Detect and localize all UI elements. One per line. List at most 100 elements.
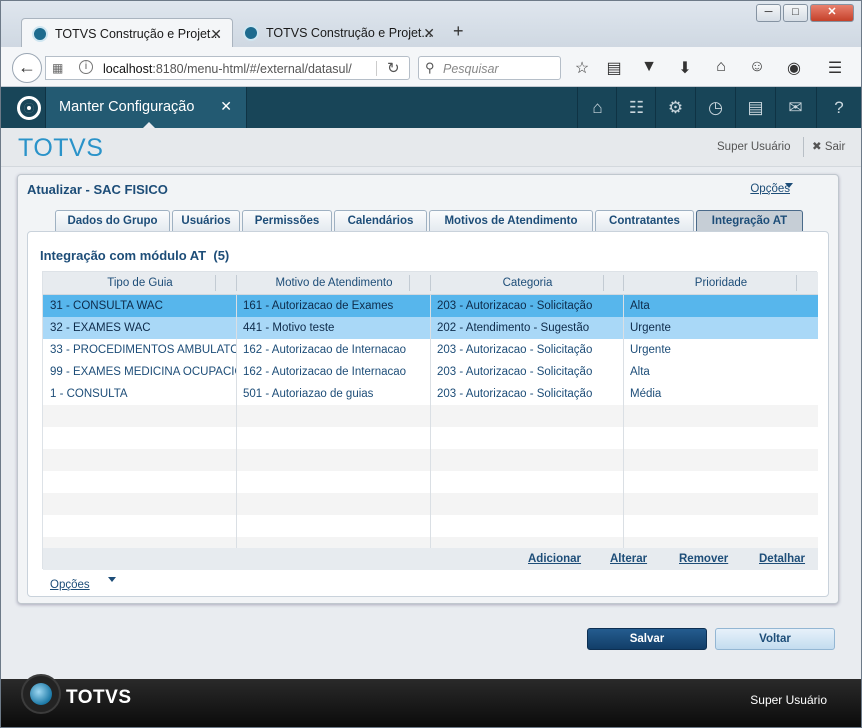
column-header-tipo-de-guia[interactable]: Tipo de Guia (43, 272, 237, 294)
new-tab-button[interactable]: + (453, 21, 464, 42)
close-window-button[interactable]: ✕ (810, 4, 854, 22)
mail-icon[interactable]: ✉ (775, 87, 815, 128)
totvs-logo-icon[interactable] (17, 96, 41, 120)
download-icon[interactable]: ⬇ (675, 58, 695, 78)
grid-count: (5) (213, 248, 230, 263)
cell-tipo-de-guia: 1 - CONSULTA (50, 388, 128, 400)
cell-motivo: 441 - Motivo teste (243, 322, 335, 334)
app-tab[interactable]: Manter Configuração de ✕ (45, 87, 247, 129)
cell-motivo: 162 - Autorizacao de Internacao (243, 344, 407, 356)
edit-link[interactable]: Alterar (610, 553, 647, 565)
cell-categoria: 202 - Atendimento - Sugestão (437, 322, 590, 334)
clock-icon[interactable]: ◷ (695, 87, 735, 128)
document-icon[interactable]: ▤ (735, 87, 775, 128)
close-app-tab-icon[interactable]: ✕ (220, 98, 232, 115)
browser-tab-label: TOTVS Construção e Projet... (266, 26, 432, 40)
home-icon[interactable]: ⌂ (711, 58, 731, 76)
search-icon: ⚲ (425, 60, 435, 75)
cell-tipo-de-guia: 32 - EXAMES WAC (50, 322, 151, 334)
address-bar[interactable]: ▦ i localhost:8180/menu-html/#/external/… (45, 56, 410, 80)
browser-tab-label: TOTVS Construção e Projet... (55, 27, 221, 41)
cell-motivo: 161 - Autorizacao de Exames (243, 300, 394, 312)
search-box[interactable]: ⚲ Pesquisar (418, 56, 561, 80)
tab-grid-icon: ▦ (52, 61, 64, 75)
footer-user: Super Usuário (750, 693, 827, 707)
column-header-prioridade[interactable]: Prioridade (624, 272, 818, 294)
totvs-favicon-icon (243, 25, 259, 41)
cell-categoria: 203 - Autorizacao - Solicitação (437, 300, 593, 312)
close-icon: ✖ (812, 141, 825, 153)
globe-icon[interactable]: ◉ (784, 58, 804, 78)
browser-nav-bar: ← ▦ i localhost:8180/menu-html/#/externa… (1, 47, 861, 87)
cell-motivo: 162 - Autorizacao de Internacao (243, 366, 407, 378)
cell-prioridade: Alta (630, 300, 650, 312)
tab-motivos-de-atendimento[interactable]: Motivos de Atendimento (429, 210, 593, 232)
pocket-icon[interactable]: ▼ (639, 58, 659, 76)
footer-brand: TOTVS (66, 687, 132, 708)
totvs-favicon-icon (32, 26, 48, 42)
close-tab-icon[interactable]: ✕ (210, 26, 222, 43)
column-header-categoria[interactable]: Categoria (431, 272, 624, 294)
grid-header: Tipo de Guia Motivo de Atendimento Categ… (43, 272, 818, 295)
cell-prioridade: Alta (630, 366, 650, 378)
edit-panel: Atualizar - SAC FISICO Opções Dados do G… (17, 174, 839, 604)
column-header-motivo[interactable]: Motivo de Atendimento (237, 272, 431, 294)
user-name[interactable]: Super Usuário (707, 137, 804, 157)
info-icon[interactable]: i (79, 60, 93, 74)
maximize-button[interactable]: □ (783, 4, 808, 22)
grid-title: Integração com módulo AT (5) (40, 248, 230, 263)
chevron-down-icon (108, 577, 116, 582)
star-icon[interactable]: ☆ (572, 58, 592, 78)
data-grid[interactable]: Tipo de Guia Motivo de Atendimento Categ… (42, 271, 818, 570)
detail-link[interactable]: Detalhar (759, 553, 805, 565)
search-placeholder: Pesquisar (443, 62, 499, 76)
totvs-logo-icon (21, 674, 61, 714)
cell-motivo: 501 - Autoriazao de guias (243, 388, 374, 400)
emoji-icon[interactable]: ☺ (747, 58, 767, 76)
back-arrow-icon[interactable]: ← (12, 53, 42, 83)
tab-usuarios[interactable]: Usuários (172, 210, 240, 232)
cell-tipo-de-guia: 31 - CONSULTA WAC (50, 300, 163, 312)
tab-permissoes[interactable]: Permissões (242, 210, 332, 232)
close-tab-icon[interactable]: ✕ (423, 25, 435, 42)
browser-window: TOTVS Construção e Projet... ✕ TOTVS Con… (0, 0, 862, 728)
url-text[interactable]: localhost:8180/menu-html/#/external/data… (103, 62, 352, 76)
cell-prioridade: Média (630, 388, 662, 400)
reading-list-icon[interactable]: ▤ (604, 58, 624, 78)
grid-footer: Adicionar Alterar Remover Detalhar (43, 548, 818, 570)
cell-tipo-de-guia: 99 - EXAMES MEDICINA OCUPACIONAL (50, 366, 236, 378)
reload-icon[interactable]: ↻ (387, 59, 400, 77)
back-button[interactable]: Voltar (715, 628, 835, 650)
panel-title: Atualizar - SAC FISICO (27, 182, 168, 197)
app-header: Manter Configuração de ✕ ⌂ ☷ ⚙ ◷ ▤ ✉ ? (1, 87, 861, 129)
add-link[interactable]: Adicionar (528, 553, 581, 565)
remove-link[interactable]: Remover (679, 553, 728, 565)
chevron-down-icon (785, 183, 793, 188)
home-icon[interactable]: ⌂ (577, 87, 617, 128)
browser-tab-2[interactable]: TOTVS Construção e Projet... ✕ (233, 18, 445, 47)
brand-title: TOTVS (18, 134, 104, 162)
grid-options-link[interactable]: Opções (50, 579, 90, 591)
cell-categoria: 203 - Autorizacao - Solicitação (437, 366, 593, 378)
minimize-button[interactable]: ─ (756, 4, 781, 22)
cell-categoria: 203 - Autorizacao - Solicitação (437, 388, 593, 400)
gear-icon[interactable]: ⚙ (655, 87, 695, 128)
cell-prioridade: Urgente (630, 322, 671, 334)
tab-calendarios[interactable]: Calendários (334, 210, 427, 232)
tab-contratantes[interactable]: Contratantes (595, 210, 694, 232)
cell-prioridade: Urgente (630, 344, 671, 356)
menu-icon[interactable]: ☰ (825, 58, 845, 78)
help-icon[interactable]: ? (816, 87, 861, 128)
tab-content: Integração com módulo AT (5) Tipo de Gui… (27, 231, 829, 597)
brand-bar: TOTVS Super Usuário ✖ Sair (1, 128, 861, 167)
save-button[interactable]: Salvar (587, 628, 707, 650)
sitemap-icon[interactable]: ☷ (616, 87, 656, 128)
cell-tipo-de-guia: 33 - PROCEDIMENTOS AMBULATORIAIS (50, 344, 236, 356)
app-tab-label: Manter Configuração de (59, 99, 199, 115)
browser-tab-bar: TOTVS Construção e Projet... ✕ TOTVS Con… (1, 1, 861, 47)
logout-link[interactable]: ✖ Sair (812, 139, 845, 153)
tab-dados-do-grupo[interactable]: Dados do Grupo (55, 210, 170, 232)
browser-tab-1[interactable]: TOTVS Construção e Projet... ✕ (21, 18, 233, 47)
tab-integracao-at[interactable]: Integração AT (696, 210, 803, 232)
cell-categoria: 203 - Autorizacao - Solicitação (437, 344, 593, 356)
